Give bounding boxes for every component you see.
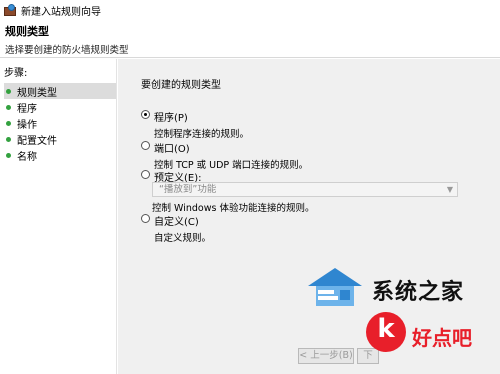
radio-port[interactable]	[141, 141, 150, 150]
step-label: 操作	[17, 119, 37, 131]
k-logo-icon: k	[366, 312, 406, 352]
option-label: 端口(O)	[154, 144, 190, 155]
step-bullet-icon	[6, 136, 11, 142]
radio-custom[interactable]	[141, 214, 150, 223]
firewall-icon	[4, 4, 16, 16]
step-label: 规则类型	[17, 87, 57, 99]
step-name[interactable]: 名称	[4, 147, 116, 163]
step-action[interactable]: 操作	[4, 115, 116, 131]
option-custom[interactable]: 自定义(C) 自定义规则。	[141, 213, 211, 244]
watermark-haodianba: k 好点吧	[360, 308, 500, 374]
house-logo-icon	[308, 268, 362, 306]
option-label: 自定义(C)	[154, 217, 199, 228]
option-description: 控制程序连接的规则。	[154, 129, 250, 140]
chevron-down-icon: ▼	[446, 185, 453, 194]
predefined-select[interactable]: “播放到”功能 ▼	[152, 182, 458, 197]
window-title: 新建入站规则向导	[21, 6, 101, 18]
title-bar: 新建入站规则向导	[0, 0, 500, 20]
radio-program[interactable]	[141, 110, 150, 119]
option-description: 控制 Windows 体验功能连接的规则。	[152, 203, 315, 214]
step-bullet-icon	[6, 104, 11, 110]
step-profile[interactable]: 配置文件	[4, 131, 116, 147]
steps-title: 步骤:	[4, 68, 28, 79]
option-port[interactable]: 端口(O) 控制 TCP 或 UDP 端口连接的规则。	[141, 140, 308, 171]
rule-type-question: 要创建的规则类型	[141, 80, 221, 91]
watermark-text: 系统之家	[372, 279, 465, 305]
step-label: 程序	[17, 103, 37, 115]
page-description: 选择要创建的防火墙规则类型	[5, 45, 129, 56]
radio-predefined[interactable]	[141, 170, 150, 179]
watermark-xitongzhijia: 系统之家	[300, 262, 500, 310]
step-label: 名称	[17, 151, 37, 163]
predefined-select-value: “播放到”功能	[159, 184, 217, 195]
wizard-header: 规则类型 选择要创建的防火墙规则类型	[0, 20, 500, 58]
option-description: 自定义规则。	[154, 233, 212, 244]
step-rule-type[interactable]: 规则类型	[4, 83, 116, 99]
watermark-text: 好点吧	[412, 326, 472, 350]
step-label: 配置文件	[17, 135, 57, 147]
back-button[interactable]: < 上一步(B)	[298, 348, 354, 364]
step-bullet-icon	[6, 152, 11, 158]
step-program[interactable]: 程序	[4, 99, 116, 115]
step-bullet-icon	[6, 120, 11, 126]
page-title: 规则类型	[5, 25, 49, 38]
steps-panel: 步骤: 规则类型 程序 操作 配置文件 名称	[0, 59, 117, 374]
option-program[interactable]: 程序(P) 控制程序连接的规则。	[141, 109, 249, 140]
step-bullet-icon	[6, 88, 11, 94]
option-label: 程序(P)	[154, 113, 188, 124]
